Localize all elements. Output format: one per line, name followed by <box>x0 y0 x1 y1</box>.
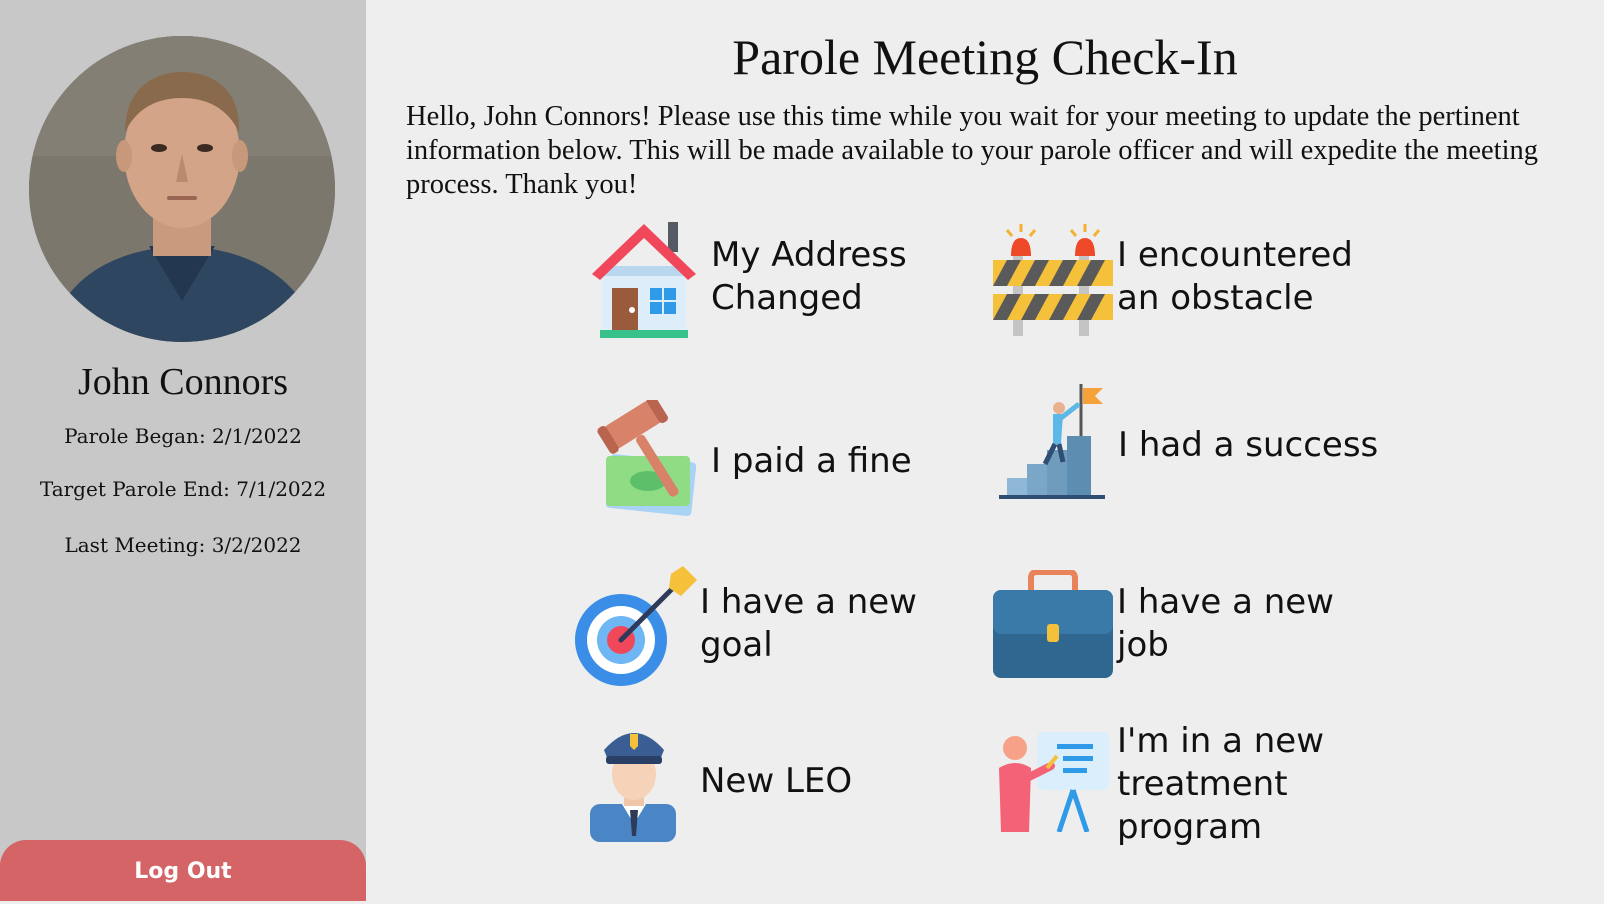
option-label: I paid a fine <box>711 441 912 481</box>
option-paid-fine[interactable]: I paid a fine <box>590 400 930 522</box>
option-new-job[interactable]: I have a new job <box>993 570 1373 692</box>
avatar <box>29 36 335 342</box>
briefcase-icon <box>993 570 1113 678</box>
last-meeting: Last Meeting: 3/2/2022 <box>64 533 302 557</box>
option-new-treatment-program[interactable]: I'm in a new treatment program <box>993 720 1373 860</box>
option-label: I had a success <box>1118 425 1379 465</box>
option-label: My Address Changed <box>711 235 907 318</box>
gavel-money-icon <box>597 400 697 517</box>
option-encountered-obstacle[interactable]: I encountered an obstacle <box>993 222 1373 342</box>
option-label: I have a new job <box>1117 582 1334 665</box>
parole-began: Parole Began: 2/1/2022 <box>64 424 302 448</box>
barrier-icon <box>993 224 1113 336</box>
option-new-goal[interactable]: I have a new goal <box>575 566 925 690</box>
intro-text: Hello, John Connors! Please use this tim… <box>406 101 1538 200</box>
police-officer-icon <box>590 733 676 842</box>
target-icon <box>575 566 697 686</box>
option-label: I encountered an obstacle <box>1117 235 1353 318</box>
option-new-leo[interactable]: New LEO <box>590 720 930 842</box>
logout-button[interactable]: Log Out <box>0 840 366 901</box>
house-icon <box>592 222 696 338</box>
user-name: John Connors <box>77 361 289 403</box>
option-label: I have a new goal <box>700 582 917 665</box>
flag-summit-icon <box>999 384 1105 499</box>
option-label: New LEO <box>700 761 853 801</box>
presentation-icon <box>999 732 1109 832</box>
target-parole-end: Target Parole End: 7/1/2022 <box>39 477 327 501</box>
page-title: Parole Meeting Check-In <box>732 29 1238 85</box>
option-had-success[interactable]: I had a success <box>997 384 1378 506</box>
option-label: I'm in a new treatment program <box>1117 721 1325 847</box>
sidebar: John Connors Parole Began: 2/1/2022 Targ… <box>0 0 366 901</box>
option-address-changed[interactable]: My Address Changed <box>590 222 930 342</box>
